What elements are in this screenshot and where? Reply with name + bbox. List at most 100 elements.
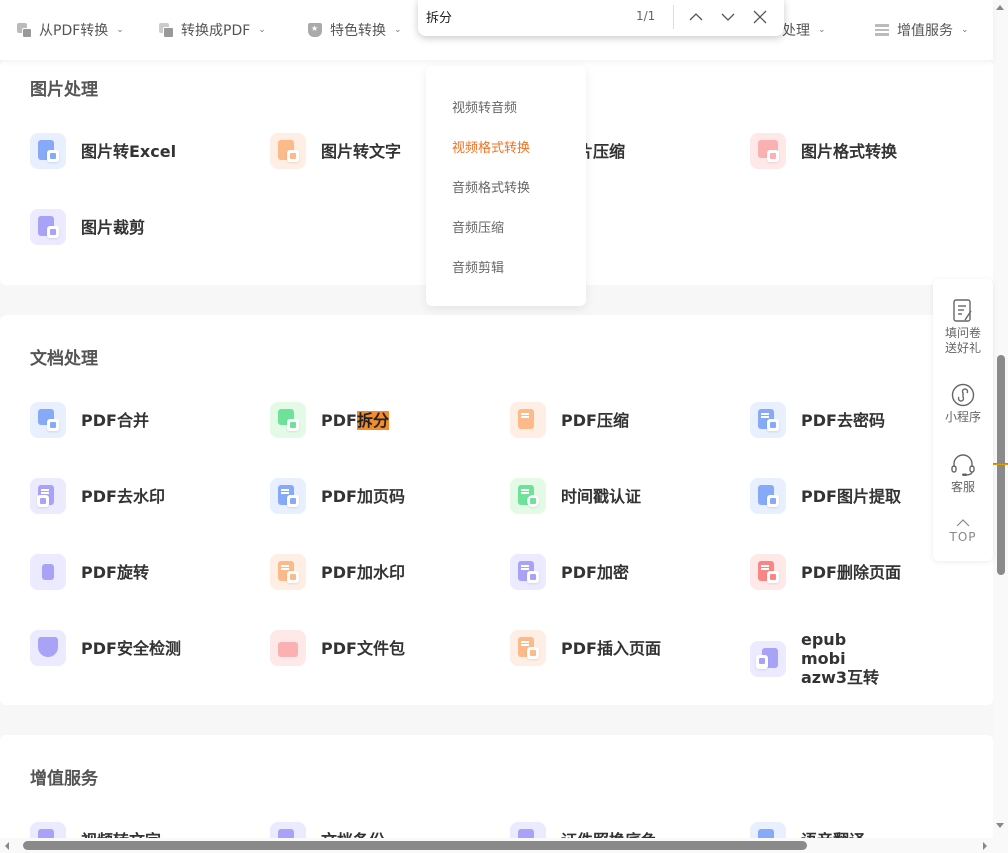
nav-label: 增值服务	[897, 23, 953, 39]
find-count: 1/1	[636, 9, 656, 23]
horizontal-scrollbar[interactable]	[0, 838, 993, 853]
nav-pdf-from[interactable]: 从PDF转换 ⌄	[17, 20, 124, 40]
search-highlight: 拆分	[356, 410, 389, 430]
image-format-icon	[750, 133, 786, 169]
tool-label: PDF加水印	[321, 562, 405, 582]
scroll-up-arrow-icon[interactable]	[996, 5, 1004, 10]
nav-label: 处理	[782, 23, 810, 39]
image-crop-icon	[30, 209, 66, 245]
tool-ebook-convert[interactable]: epub mobi azw3互转	[750, 630, 891, 687]
tool-pdf-unlock[interactable]: PDF去密码	[750, 402, 885, 438]
tool-label: PDF拆分	[321, 410, 389, 430]
nav-label: 特色转换	[330, 23, 386, 39]
survey-button[interactable]: 填问卷 送好礼	[933, 299, 993, 356]
tool-label: PDF删除页面	[801, 562, 901, 582]
scroll-down-arrow-icon[interactable]	[996, 823, 1004, 828]
find-input[interactable]	[426, 9, 626, 24]
chevron-down-icon: ⌄	[961, 25, 969, 35]
tool-label: PDF加密	[561, 562, 629, 582]
tool-label: 时间戳认证	[561, 486, 642, 506]
tool-image-to-text[interactable]: 图片转文字	[270, 133, 401, 169]
chevron-down-icon	[721, 13, 735, 21]
tool-label: PDF图片提取	[801, 486, 901, 506]
menu-item-audio-edit[interactable]: 音频剪辑	[452, 257, 504, 276]
tool-label: 图片转Excel	[81, 141, 177, 161]
shield-star-icon	[308, 23, 322, 37]
tool-label: PDF文件包	[321, 638, 405, 658]
scroll-right-arrow-icon[interactable]	[983, 842, 987, 850]
chevron-down-icon: ⌄	[116, 25, 124, 35]
tool-label: 图片转文字	[321, 141, 402, 161]
tool-label: PDF压缩	[561, 410, 629, 430]
tool-timestamp[interactable]: 时间戳认证	[510, 478, 641, 514]
tool-pdf-split[interactable]: PDF拆分	[270, 402, 389, 438]
tool-label: PDF加页码	[321, 486, 405, 506]
close-icon	[753, 10, 767, 24]
tool-label: epub mobi azw3互转	[801, 630, 880, 687]
tool-label: PDF旋转	[81, 562, 149, 582]
tool-pdf-rotate[interactable]: PDF旋转	[30, 554, 149, 590]
tool-pdf-compress[interactable]: PDF压缩	[510, 402, 629, 438]
tool-pdf-merge[interactable]: PDF合并	[30, 402, 149, 438]
customer-service-button[interactable]: 客服	[933, 453, 993, 495]
menu-item-audio-compress[interactable]: 音频压缩	[452, 217, 504, 236]
split-icon	[270, 402, 306, 438]
image-to-excel-icon	[30, 133, 66, 169]
nav-processing[interactable]: 处理 ⌄	[782, 20, 826, 40]
unlock-icon	[750, 402, 786, 438]
pdf-to-icon	[159, 23, 174, 38]
tool-label: PDF去水印	[81, 486, 165, 506]
survey-icon	[953, 299, 972, 322]
nav-special[interactable]: 特色转换 ⌄	[308, 20, 402, 40]
nav-vip[interactable]: 增值服务 ⌄	[875, 20, 969, 40]
tool-pdf-remove-watermark[interactable]: PDF去水印	[30, 478, 165, 514]
tool-label-prefix: PDF	[321, 410, 357, 430]
section-title: 文档处理	[30, 349, 98, 369]
tool-pdf-delete-page[interactable]: PDF删除页面	[750, 554, 901, 590]
tool-pdf-package[interactable]: PDF文件包	[270, 630, 405, 666]
tool-label: 图片格式转换	[801, 141, 898, 161]
package-icon	[270, 630, 306, 666]
tool-image-to-excel[interactable]: 图片转Excel	[30, 133, 176, 169]
find-next-button[interactable]	[716, 6, 740, 28]
tool-pdf-add-watermark[interactable]: PDF加水印	[270, 554, 405, 590]
tool-label: 图片裁剪	[81, 217, 146, 237]
chevron-down-icon: ⌄	[818, 25, 826, 35]
find-close-button[interactable]	[748, 6, 772, 28]
nav-label: 转换成PDF	[181, 23, 251, 39]
section-title: 增值服务	[30, 769, 98, 789]
tool-pdf-insert-page[interactable]: PDF插入页面	[510, 630, 661, 666]
find-prev-button[interactable]	[684, 6, 708, 28]
tool-image-crop[interactable]: 图片裁剪	[30, 209, 145, 245]
tool-pdf-encrypt[interactable]: PDF加密	[510, 554, 629, 590]
horizontal-scroll-thumb[interactable]	[23, 841, 807, 850]
vertical-scrollbar[interactable]	[993, 0, 1008, 853]
tool-image-format[interactable]: 图片格式转换	[750, 133, 897, 169]
survey-label-2: 送好礼	[944, 341, 981, 355]
tool-pdf-image-extract[interactable]: PDF图片提取	[750, 478, 901, 514]
chevron-up-icon	[689, 13, 703, 21]
vertical-scroll-thumb[interactable]	[997, 355, 1005, 575]
remove-watermark-icon	[30, 478, 66, 514]
media-dropdown-menu: 视频转音频 视频格式转换 音频格式转换 音频压缩 音频剪辑	[426, 66, 586, 306]
menu-item-video-to-audio[interactable]: 视频转音频	[452, 97, 517, 116]
menu-item-video-format[interactable]: 视频格式转换	[452, 137, 530, 156]
page-number-icon	[270, 478, 306, 514]
nav-pdf-to[interactable]: 转换成PDF ⌄	[159, 20, 266, 40]
find-match-marker	[993, 463, 1008, 465]
tool-label: PDF安全检测	[81, 638, 181, 658]
delete-page-icon	[750, 554, 786, 590]
floating-side-panel: 填问卷 送好礼 小程序 客服 TOP	[933, 279, 993, 561]
scroll-left-arrow-icon[interactable]	[5, 842, 9, 850]
section-title: 图片处理	[30, 80, 98, 100]
timestamp-icon	[510, 478, 546, 514]
image-extract-icon	[750, 478, 786, 514]
headset-icon	[951, 454, 975, 476]
merge-icon	[30, 402, 66, 438]
find-bar: 1/1	[418, 0, 784, 36]
back-to-top-button[interactable]: TOP	[933, 519, 993, 545]
tool-pdf-security-check[interactable]: PDF安全检测	[30, 630, 181, 666]
tool-pdf-page-number[interactable]: PDF加页码	[270, 478, 405, 514]
menu-item-audio-format[interactable]: 音频格式转换	[452, 177, 530, 196]
miniprogram-button[interactable]: 小程序	[933, 383, 993, 425]
